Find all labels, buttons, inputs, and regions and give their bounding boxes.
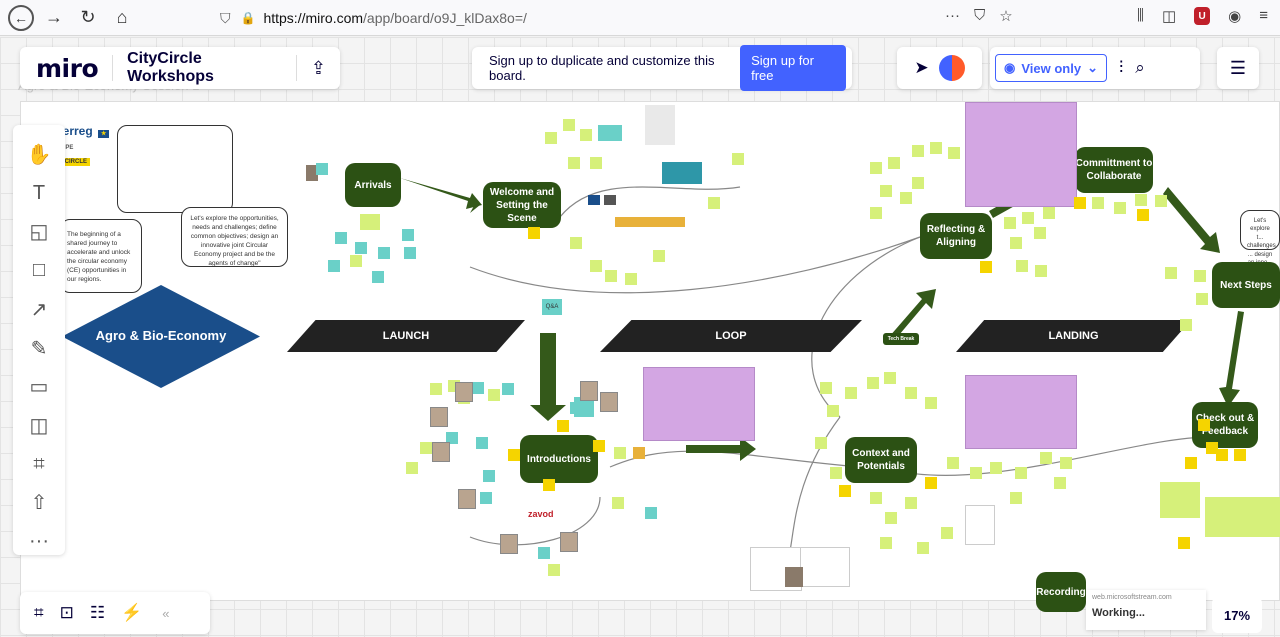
node-commitment[interactable]: Committment to Collaborate bbox=[1075, 147, 1153, 193]
upload-icon[interactable]: ⇧ bbox=[21, 490, 57, 517]
lock-icon: 🔒 bbox=[240, 11, 256, 25]
url-path: /app/board/o9J_klDax8o=/ bbox=[363, 10, 527, 26]
shield-icon: ⛉ bbox=[220, 9, 231, 26]
node-next-steps[interactable]: Next Steps bbox=[1212, 262, 1280, 308]
video-status-card[interactable]: web.microsoftstream.com Working... bbox=[1086, 590, 1206, 630]
node-welcome[interactable]: Welcome and Setting the Scene bbox=[483, 182, 561, 228]
library-icon[interactable]: ⫼ bbox=[1137, 7, 1144, 25]
ublock-icon[interactable]: U bbox=[1194, 7, 1211, 25]
browser-toolbar: ← → ↻ ⌂ ⛉ 🔒 https://miro.com/app/board/o… bbox=[0, 0, 1280, 36]
present-icon[interactable]: ⊡ bbox=[60, 603, 74, 623]
explore-bubble-right[interactable]: Let's explore t... challenges ... design… bbox=[1240, 210, 1280, 283]
search-icon[interactable]: ⌕ bbox=[1135, 58, 1145, 78]
brand-panel: miro CityCircle Workshops ⇪ bbox=[20, 47, 340, 89]
purple-notes-mid[interactable] bbox=[643, 367, 755, 441]
signup-panel: Sign up to duplicate and customize this … bbox=[472, 45, 852, 91]
text-tool-icon[interactable]: T bbox=[21, 180, 57, 207]
eu-flag-icon: ★ bbox=[98, 130, 110, 138]
more-actions-icon[interactable]: ··· bbox=[945, 7, 960, 25]
board-title[interactable]: CityCircle Workshops bbox=[127, 50, 282, 86]
qa-sticky[interactable]: Q&A bbox=[542, 299, 562, 315]
view-only-label: View only bbox=[1021, 60, 1082, 76]
hand-tool-icon[interactable]: ✋ bbox=[21, 141, 57, 168]
notes-icon: ☰ bbox=[1229, 57, 1247, 78]
miro-logo[interactable]: miro bbox=[20, 54, 99, 83]
board-notes-button[interactable]: ☰ bbox=[1217, 47, 1259, 89]
forward-icon[interactable]: → bbox=[40, 4, 68, 32]
bookmark-star-icon[interactable]: ☆ bbox=[999, 7, 1012, 25]
signup-button[interactable]: Sign up for free bbox=[740, 45, 846, 91]
bottom-toolbar: ⌗ ⊡ ☷ ⚡ « bbox=[20, 592, 210, 634]
reload-icon[interactable]: ↻ bbox=[74, 4, 102, 32]
loop-banner[interactable]: LOOP bbox=[600, 320, 862, 352]
video-working: Working... bbox=[1092, 607, 1145, 619]
video-source: web.microsoftstream.com bbox=[1092, 594, 1172, 601]
node-arrivals-label: Arrivals bbox=[354, 179, 392, 191]
node-reflecting[interactable]: Reflecting & Aligning bbox=[920, 213, 992, 259]
browser-actions: ⫼ ◫ U ◉ ≡ bbox=[1137, 7, 1268, 25]
brand-divider bbox=[112, 55, 114, 81]
address-bar[interactable]: ⛉ 🔒 https://miro.com/app/board/o9J_klDax… bbox=[220, 5, 1020, 31]
home-icon[interactable]: ⌂ bbox=[108, 4, 136, 32]
brand-divider-2 bbox=[295, 55, 297, 81]
explore-bubble[interactable]: Let's explore the opportunities, needs a… bbox=[181, 207, 288, 267]
chevron-down-icon: ⌄ bbox=[1087, 60, 1098, 75]
url-host: https://miro.com bbox=[263, 10, 364, 26]
node-welcome-label: Welcome and Setting the Scene bbox=[489, 186, 555, 224]
sidebar-icon[interactable]: ◫ bbox=[1162, 7, 1176, 25]
menu-icon[interactable]: ≡ bbox=[1259, 7, 1268, 25]
node-recording[interactable]: Recording bbox=[1036, 572, 1086, 612]
kanban-icon[interactable]: ☷ bbox=[90, 603, 105, 623]
sticky-note-icon[interactable]: ◱ bbox=[21, 218, 57, 245]
export-icon[interactable]: ⇪ bbox=[311, 58, 326, 79]
collapse-icon[interactable]: « bbox=[162, 606, 169, 621]
arrow-connector-icon[interactable]: ↗ bbox=[21, 296, 57, 323]
node-introductions-label: Introductions bbox=[527, 453, 591, 465]
activity-icon[interactable]: ⚡ bbox=[121, 603, 142, 623]
back-icon[interactable]: ← bbox=[8, 4, 34, 31]
frames-icon[interactable]: ⌗ bbox=[34, 603, 44, 623]
board-canvas[interactable]: Agro & Bio-Economy Session 1 Interreg ★ … bbox=[0, 37, 1280, 637]
left-toolbar: ✋ T ◱ □ ↗ ✎ ▭ ◫ ⌗ ⇧ ··· bbox=[13, 125, 65, 555]
purple-notes-top[interactable] bbox=[965, 102, 1077, 207]
node-context[interactable]: Context and Potentials bbox=[845, 437, 917, 483]
account-icon[interactable]: ◉ bbox=[1228, 7, 1241, 25]
signup-text: Sign up to duplicate and customize this … bbox=[489, 53, 715, 83]
more-tools-icon[interactable]: ··· bbox=[21, 528, 57, 555]
collaborators-panel: ➤ bbox=[897, 47, 982, 89]
tech-break-label: Tech Break bbox=[887, 335, 915, 342]
avatar[interactable] bbox=[938, 55, 965, 81]
view-panel: ◉ View only ⌄ ⫶ ⌕ bbox=[990, 47, 1200, 89]
launch-banner[interactable]: LAUNCH bbox=[287, 320, 525, 352]
comment-icon[interactable]: ▭ bbox=[21, 373, 57, 400]
frame-icon[interactable]: ⌗ bbox=[21, 451, 57, 478]
landing-banner[interactable]: LANDING bbox=[956, 320, 1191, 352]
zoom-level[interactable]: 17% bbox=[1212, 597, 1262, 633]
zavod-logo: zavod bbox=[528, 509, 554, 519]
purple-notes-right[interactable] bbox=[965, 375, 1077, 449]
node-reflecting-label: Reflecting & Aligning bbox=[926, 224, 986, 248]
node-arrivals[interactable]: Arrivals bbox=[345, 163, 401, 207]
cursor-follow-icon[interactable]: ➤ bbox=[914, 58, 928, 78]
view-only-button[interactable]: ◉ View only ⌄ bbox=[995, 54, 1107, 82]
pocket-icon[interactable]: ⛉ bbox=[974, 7, 985, 25]
welcome-bubble[interactable] bbox=[117, 125, 233, 213]
settings-sliders-icon[interactable]: ⫶ bbox=[1119, 58, 1123, 78]
pen-icon[interactable]: ✎ bbox=[21, 335, 57, 362]
node-introductions[interactable]: Introductions bbox=[520, 435, 598, 483]
node-context-label: Context and Potentials bbox=[852, 448, 910, 472]
node-commitment-label: Committment to Collaborate bbox=[1075, 158, 1153, 182]
node-next-steps-label: Next Steps bbox=[1220, 279, 1272, 291]
shared-journey-bubble[interactable]: The beginning of a shared journey to acc… bbox=[60, 219, 142, 293]
template-icon[interactable]: ◫ bbox=[21, 412, 57, 439]
tech-break-tag[interactable]: Tech Break bbox=[883, 333, 919, 345]
shape-icon[interactable]: □ bbox=[21, 257, 57, 284]
node-recording-label: Recording bbox=[1036, 586, 1086, 598]
eye-icon: ◉ bbox=[1004, 60, 1016, 75]
address-bar-actions: ··· ⛉ ☆ bbox=[945, 7, 1013, 25]
